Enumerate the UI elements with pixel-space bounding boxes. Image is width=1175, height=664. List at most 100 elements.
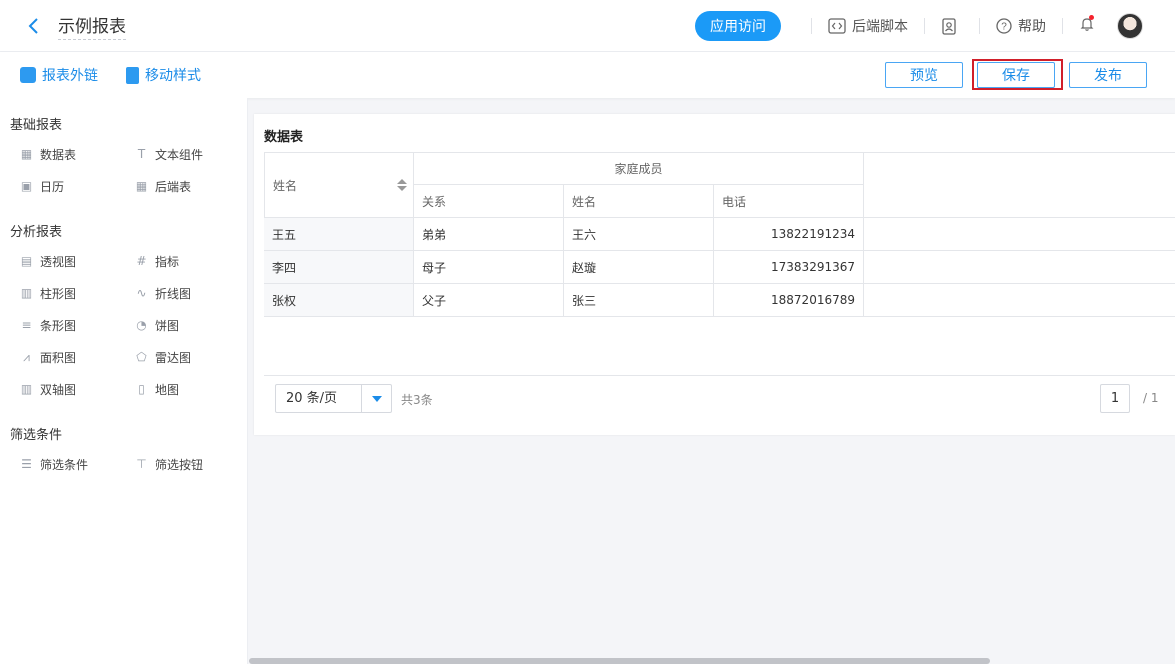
- table-cell: 王六: [564, 218, 714, 251]
- external-link-label: 报表外链: [42, 68, 98, 84]
- chevron-down-icon: [372, 395, 382, 402]
- page-count: / 1: [1143, 391, 1159, 405]
- widget-metric[interactable]: # 指标: [135, 253, 179, 270]
- group-title-analysis: 分析报表: [10, 225, 63, 240]
- pivot-icon: ▤: [20, 254, 33, 268]
- table-cell: 王五: [264, 218, 414, 251]
- filter-condition-icon: ☰: [21, 457, 32, 471]
- widget-pivot[interactable]: ▤ 透视图: [20, 253, 76, 270]
- metric-icon: #: [136, 254, 147, 268]
- sort-icon[interactable]: [397, 179, 407, 191]
- external-link-button[interactable]: 报表外链: [20, 65, 98, 85]
- table-cell: 张权: [264, 284, 414, 317]
- horizontal-scrollbar[interactable]: [249, 658, 990, 664]
- calendar-icon: ▣: [20, 179, 33, 193]
- widget-dual-axis[interactable]: ▥ 双轴图: [20, 381, 76, 398]
- contact-book-icon: [942, 17, 956, 35]
- page-size-select[interactable]: 20 条/页: [275, 384, 392, 413]
- area-chart-icon: ⩘: [23, 350, 30, 364]
- widget-label: 透视图: [40, 255, 77, 269]
- mobile-style-button[interactable]: 移动样式: [126, 65, 201, 85]
- app-access-button[interactable]: 应用访问: [695, 11, 781, 41]
- table-cell: 17383291367: [714, 251, 864, 284]
- contacts-button[interactable]: [935, 17, 969, 35]
- table-cell: 赵璇: [564, 251, 714, 284]
- table-cell: 张三: [564, 284, 714, 317]
- bar-chart-icon: ≡: [21, 318, 32, 332]
- widget-label: 筛选条件: [40, 458, 89, 472]
- pager-divider: [264, 375, 1175, 376]
- mobile-icon: [126, 66, 139, 84]
- backend-table-icon: ▦: [135, 179, 148, 193]
- widget-label: 指标: [155, 255, 180, 269]
- group-title-filter: 筛选条件: [10, 428, 63, 443]
- widget-label: 条形图: [40, 319, 77, 333]
- table-cell: 弟弟: [414, 218, 564, 251]
- panel-title: 数据表: [264, 130, 304, 145]
- avatar[interactable]: [1117, 13, 1143, 39]
- radar-chart-icon: ⬠: [136, 350, 147, 364]
- widget-radar-chart[interactable]: ⬠ 雷达图: [135, 349, 191, 366]
- save-highlight-box: [972, 59, 1063, 90]
- widget-label: 后端表: [155, 180, 192, 194]
- widget-map[interactable]: ▯ 地图: [135, 381, 179, 398]
- table-icon: ▦: [20, 147, 33, 161]
- table-cell: 13822191234: [714, 218, 864, 251]
- page-title[interactable]: 示例报表: [58, 12, 126, 40]
- page-number-input[interactable]: 1: [1100, 384, 1130, 413]
- widget-label: 面积图: [40, 351, 77, 365]
- back-icon[interactable]: [24, 16, 44, 36]
- widget-data-table[interactable]: ▦ 数据表: [20, 146, 76, 163]
- svg-text:?: ?: [1001, 22, 1007, 33]
- table-cell-empty: [864, 284, 1175, 317]
- column-header-name[interactable]: 姓名: [264, 152, 414, 218]
- widget-filter-button[interactable]: ⊤ 筛选按钮: [135, 456, 203, 473]
- widget-filter-condition[interactable]: ☰ 筛选条件: [20, 456, 88, 473]
- total-count: 共3条: [401, 393, 433, 407]
- widget-label: 筛选按钮: [155, 458, 204, 472]
- widget-column-chart[interactable]: ▥ 柱形图: [20, 285, 76, 302]
- widget-bar-chart[interactable]: ≡ 条形图: [20, 317, 76, 334]
- widget-label: 折线图: [155, 287, 192, 301]
- notification-button[interactable]: [1073, 15, 1101, 36]
- publish-button[interactable]: 发布: [1069, 62, 1147, 88]
- map-icon: ▯: [138, 382, 145, 396]
- backend-script-button[interactable]: 后端脚本: [822, 16, 914, 36]
- help-button[interactable]: ? 帮助: [990, 16, 1052, 36]
- widget-label: 雷达图: [155, 351, 192, 365]
- data-table-panel[interactable]: 数据表 姓名 家庭成员 关系 姓名 电话 王五 弟弟 王六 1382219123…: [254, 114, 1175, 435]
- column-header-phone[interactable]: 电话: [714, 185, 864, 218]
- column-header-member-name[interactable]: 姓名: [564, 185, 714, 218]
- table-cell-empty: [864, 251, 1175, 284]
- mobile-style-label: 移动样式: [145, 68, 201, 84]
- code-icon: [828, 18, 846, 34]
- widget-text[interactable]: T 文本组件: [135, 146, 203, 163]
- column-group-family: 家庭成员: [414, 152, 864, 185]
- widget-label: 双轴图: [40, 383, 77, 397]
- widget-label: 柱形图: [40, 287, 77, 301]
- widget-pie-chart[interactable]: ◔ 饼图: [135, 317, 179, 334]
- widget-line-chart[interactable]: ∿ 折线图: [135, 285, 191, 302]
- top-header: 示例报表 应用访问 后端脚本 ? 帮助: [0, 0, 1175, 52]
- widget-calendar[interactable]: ▣ 日历: [20, 178, 64, 195]
- preview-button[interactable]: 预览: [885, 62, 963, 88]
- widget-label: 文本组件: [155, 148, 204, 162]
- link-icon: [20, 67, 36, 83]
- page-size-value: 20 条/页: [276, 385, 362, 412]
- widget-backend-table[interactable]: ▦ 后端表: [135, 178, 191, 195]
- notification-dot: [1089, 15, 1094, 20]
- help-label: 帮助: [1018, 19, 1046, 35]
- help-icon: ?: [996, 18, 1012, 34]
- table-cell: 李四: [264, 251, 414, 284]
- filter-button-icon: ⊤: [136, 457, 147, 471]
- text-icon: T: [137, 147, 146, 161]
- widget-label: 饼图: [155, 319, 180, 333]
- column-header-relation[interactable]: 关系: [414, 185, 564, 218]
- column-chart-icon: ▥: [20, 286, 33, 300]
- backend-script-label: 后端脚本: [852, 19, 908, 35]
- group-title-basic: 基础报表: [10, 118, 63, 133]
- widget-area-chart[interactable]: ⩘ 面积图: [20, 349, 76, 366]
- table-cell: 母子: [414, 251, 564, 284]
- dual-axis-icon: ▥: [20, 382, 33, 396]
- column-header-empty: [864, 152, 1175, 218]
